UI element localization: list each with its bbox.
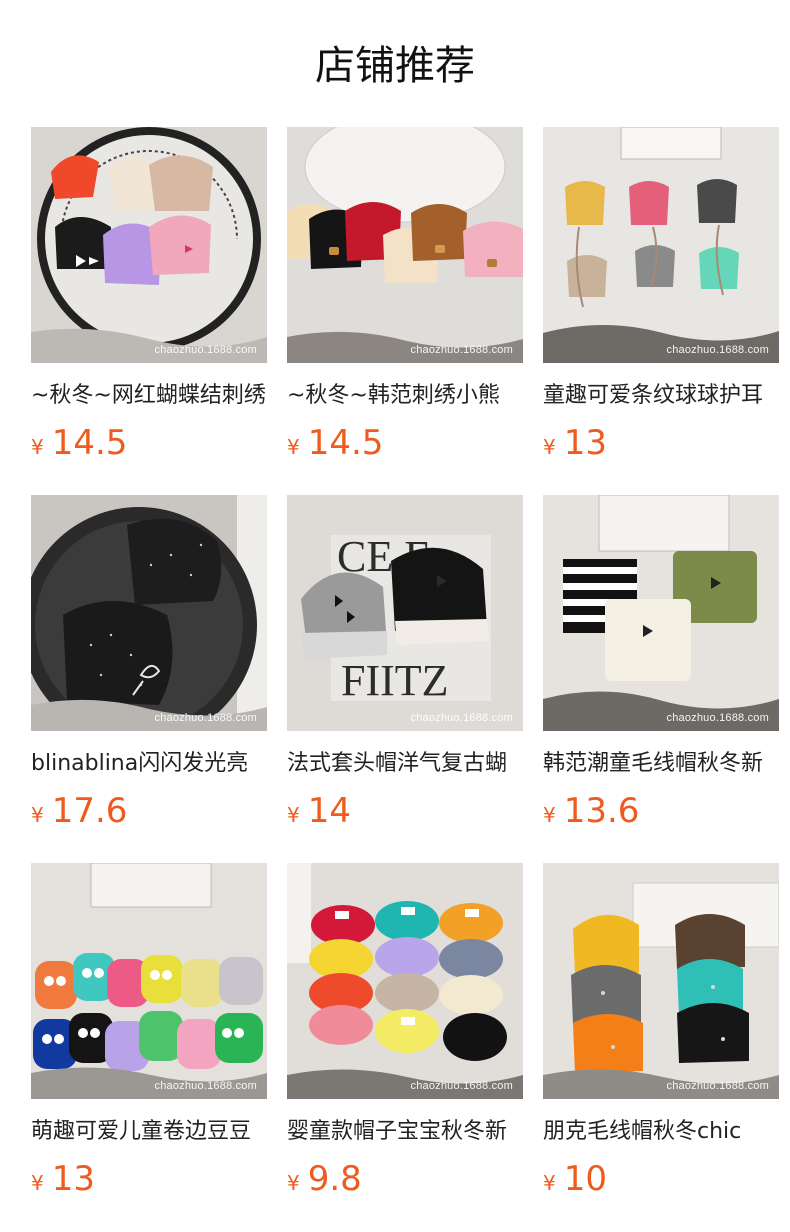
price-value: 10 <box>563 1159 607 1199</box>
product-name[interactable]: 韩范潮童毛线帽秋冬新 <box>543 749 779 779</box>
product-image[interactable]: chaozhuo.1688.com <box>31 127 267 363</box>
product-name[interactable]: 童趣可爱条纹球球护耳 <box>543 381 779 411</box>
currency-symbol: ¥ <box>543 435 556 459</box>
product-card[interactable]: chaozhuo.1688.com 童趣可爱条纹球球护耳 ¥13 <box>543 127 779 463</box>
price-value: 9.8 <box>307 1159 362 1199</box>
price-value: 14.5 <box>51 423 128 463</box>
currency-symbol: ¥ <box>543 1171 556 1195</box>
price-value: 13.6 <box>563 791 640 831</box>
product-price: ¥14.5 <box>31 421 267 465</box>
currency-symbol: ¥ <box>31 435 44 459</box>
watermark-text: chaozhuo.1688.com <box>666 344 769 356</box>
svg-text:FIITZ: FIITZ <box>341 656 449 705</box>
watermark-text: chaozhuo.1688.com <box>154 1080 257 1092</box>
watermark-text: chaozhuo.1688.com <box>666 712 769 724</box>
product-image[interactable]: CE E FIITZ chaozhuo.1688.com <box>287 495 523 731</box>
watermark-text: chaozhuo.1688.com <box>410 344 513 356</box>
watermark-text: chaozhuo.1688.com <box>154 712 257 724</box>
product-name[interactable]: ~秋冬~韩范刺绣小熊 <box>287 381 523 411</box>
product-name[interactable]: 朋克毛线帽秋冬chic <box>543 1117 779 1147</box>
product-price: ¥13 <box>543 421 779 465</box>
product-price: ¥13.6 <box>543 789 779 833</box>
currency-symbol: ¥ <box>287 435 300 459</box>
product-price: ¥9.8 <box>287 1157 523 1201</box>
product-card[interactable]: CE E FIITZ chaozhuo.1688.com 法式套头帽洋气复古蝴 … <box>287 495 523 831</box>
product-name[interactable]: 婴童款帽子宝宝秋冬新 <box>287 1117 523 1147</box>
product-card[interactable]: chaozhuo.1688.com 朋克毛线帽秋冬chic ¥10 <box>543 863 779 1199</box>
product-name[interactable]: 法式套头帽洋气复古蝴 <box>287 749 523 779</box>
price-value: 14 <box>307 791 351 831</box>
product-grid: chaozhuo.1688.com ~秋冬~网红蝴蝶结刺绣 ¥14.5 chao… <box>31 127 779 1199</box>
product-card[interactable]: chaozhuo.1688.com 婴童款帽子宝宝秋冬新 ¥9.8 <box>287 863 523 1199</box>
page-title: 店铺推荐 <box>315 43 475 89</box>
product-image[interactable]: chaozhuo.1688.com <box>31 495 267 731</box>
product-name[interactable]: ~秋冬~网红蝴蝶结刺绣 <box>31 381 267 411</box>
product-price: ¥14 <box>287 789 523 833</box>
product-card[interactable]: chaozhuo.1688.com 萌趣可爱儿童卷边豆豆 ¥13 <box>31 863 267 1199</box>
currency-symbol: ¥ <box>287 803 300 827</box>
product-image[interactable]: chaozhuo.1688.com <box>543 127 779 363</box>
product-image[interactable]: chaozhuo.1688.com <box>543 863 779 1099</box>
watermark-text: chaozhuo.1688.com <box>410 712 513 724</box>
product-card[interactable]: chaozhuo.1688.com ~秋冬~网红蝴蝶结刺绣 ¥14.5 <box>31 127 267 463</box>
currency-symbol: ¥ <box>543 803 556 827</box>
watermark-text: chaozhuo.1688.com <box>410 1080 513 1092</box>
product-price: ¥10 <box>543 1157 779 1201</box>
product-price: ¥17.6 <box>31 789 267 833</box>
product-image[interactable]: chaozhuo.1688.com <box>287 127 523 363</box>
product-image[interactable]: chaozhuo.1688.com <box>31 863 267 1099</box>
currency-symbol: ¥ <box>287 1171 300 1195</box>
watermark-text: chaozhuo.1688.com <box>666 1080 769 1092</box>
currency-symbol: ¥ <box>31 1171 44 1195</box>
product-card[interactable]: chaozhuo.1688.com 韩范潮童毛线帽秋冬新 ¥13.6 <box>543 495 779 831</box>
price-value: 14.5 <box>307 423 384 463</box>
price-value: 13 <box>563 423 607 463</box>
product-price: ¥14.5 <box>287 421 523 465</box>
price-value: 17.6 <box>51 791 128 831</box>
product-price: ¥13 <box>31 1157 267 1201</box>
watermark-text: chaozhuo.1688.com <box>154 344 257 356</box>
price-value: 13 <box>51 1159 95 1199</box>
currency-symbol: ¥ <box>31 803 44 827</box>
product-name[interactable]: 萌趣可爱儿童卷边豆豆 <box>31 1117 267 1147</box>
product-card[interactable]: chaozhuo.1688.com ~秋冬~韩范刺绣小熊 ¥14.5 <box>287 127 523 463</box>
product-name[interactable]: blinablina闪闪发光亮 <box>31 749 267 779</box>
product-image[interactable]: chaozhuo.1688.com <box>287 863 523 1099</box>
product-image[interactable]: chaozhuo.1688.com <box>543 495 779 731</box>
product-card[interactable]: chaozhuo.1688.com blinablina闪闪发光亮 ¥17.6 <box>31 495 267 831</box>
